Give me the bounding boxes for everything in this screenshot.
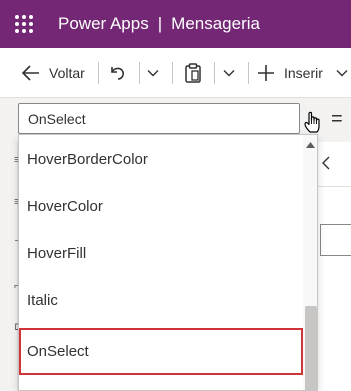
app-header: Power Apps | Mensageria [0,0,351,48]
toolbar-divider [139,62,140,84]
undo-icon [111,67,124,80]
paste-dropdown-button[interactable] [222,48,236,98]
toolbar-divider [172,62,173,84]
undo-button[interactable] [108,48,126,98]
dropdown-option-hover-color[interactable]: HoverColor [19,183,303,230]
chevron-left-icon[interactable] [320,156,332,170]
properties-panel [315,142,351,391]
power-apps-studio: Power Apps | Mensageria Voltar Inserir O… [0,0,351,391]
insert-label: Inserir [284,65,323,81]
paste-icon [185,63,201,83]
dropdown-option-italic[interactable]: Italic [19,277,303,324]
dropdown-option-on-select[interactable]: OnSelect [19,328,303,375]
dropdown-option-hover-border-color[interactable]: HoverBorderColor [19,136,303,183]
toolbar-divider [98,62,99,84]
waffle-icon[interactable] [15,15,33,33]
dropdown-option-hover-fill[interactable]: HoverFill [19,230,303,277]
back-button[interactable]: Voltar [22,48,85,98]
plus-icon [258,65,274,81]
equals-sign: = [331,108,343,130]
back-label: Voltar [49,65,85,81]
paste-button[interactable] [184,48,202,98]
property-selector[interactable]: OnSelect [18,103,300,134]
app-name: Mensageria [171,14,260,33]
toolbar-divider [214,62,215,84]
toolbar-divider [248,62,249,84]
insert-dropdown-button[interactable] [335,48,349,98]
arrow-left-icon [22,65,39,81]
tree-view-panel: ≡ ≡ ⊤ ⌐ ⊏ [0,142,24,391]
scrollbar-thumb[interactable] [305,306,317,390]
chevron-down-icon [336,70,348,77]
panel-divider [316,186,351,187]
product-name: Power Apps [58,14,149,33]
command-bar: Voltar Inserir [0,48,351,98]
dropdown-scrollbar[interactable] [303,135,317,390]
hand-pointer-icon [304,111,320,133]
property-dropdown-list: HoverBorderColor HoverColor HoverFill It… [18,134,318,391]
triangle-up-icon[interactable] [306,142,315,148]
insert-button[interactable]: Inserir [257,48,323,98]
property-input-box[interactable] [320,224,351,256]
chevron-down-icon [223,70,235,77]
app-title-bar: Power Apps | Mensageria [58,14,260,34]
property-value: OnSelect [28,111,86,127]
chevron-down-icon [147,70,159,77]
title-separator: | [157,14,163,33]
undo-dropdown-button[interactable] [146,48,160,98]
